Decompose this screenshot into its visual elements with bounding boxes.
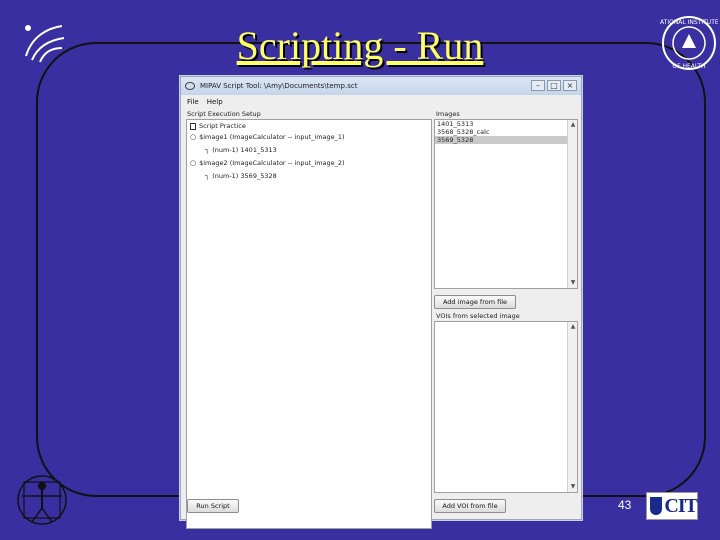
images-list[interactable]: 1401_5313 3568_5328_calc 3569_5328 ▲ ▼ xyxy=(434,119,578,289)
tree-node-image2-label: $image2 (ImageCalculator -- input_image_… xyxy=(199,159,345,167)
scroll-up-icon[interactable]: ▲ xyxy=(568,322,578,332)
images-scrollbar[interactable]: ▲ ▼ xyxy=(567,120,577,288)
window-controls: – □ × xyxy=(531,80,577,91)
title-bar[interactable]: MIPAV Script Tool: \Amy\Documents\temp.s… xyxy=(181,77,581,95)
cit-logo: CIT xyxy=(646,492,698,520)
images-label: Images xyxy=(436,110,460,118)
menu-file[interactable]: File xyxy=(187,98,199,106)
svg-text:OF HEALTH: OF HEALTH xyxy=(672,63,705,70)
vitruvian-man-logo xyxy=(17,475,67,525)
vois-list[interactable]: ▲ ▼ xyxy=(434,321,578,493)
cit-logo-text: CIT xyxy=(664,494,698,517)
image-leaf-icon: ┐ xyxy=(205,146,210,154)
run-script-button[interactable]: Run Script xyxy=(187,499,239,513)
list-item[interactable]: 3568_5328_calc xyxy=(435,128,567,136)
minimize-button[interactable]: – xyxy=(531,80,545,91)
tree-root[interactable]: Script Practice xyxy=(190,122,246,130)
script-icon xyxy=(190,122,196,130)
tree-root-label: Script Practice xyxy=(199,122,246,130)
list-item-selected[interactable]: 3569_5328 xyxy=(435,136,567,144)
scroll-down-icon[interactable]: ▼ xyxy=(568,278,578,288)
hhs-logo xyxy=(25,25,65,63)
tree-leaf-image2[interactable]: ┐ (num-1) 3569_5328 xyxy=(205,172,277,180)
add-voi-button[interactable]: Add VOI from file xyxy=(434,499,506,513)
tree-node-image2[interactable]: ○ $image2 (ImageCalculator -- input_imag… xyxy=(190,159,345,167)
svg-text:NATIONAL INSTITUTES: NATIONAL INSTITUTES xyxy=(660,19,718,26)
script-tree[interactable]: Script Practice ○ $image1 (ImageCalculat… xyxy=(186,119,432,529)
shield-icon xyxy=(650,497,663,515)
tree-node-image1[interactable]: ○ $image1 (ImageCalculator -- input_imag… xyxy=(190,133,345,141)
slide-title: Scripting - Run xyxy=(236,23,484,68)
eye-icon xyxy=(185,82,195,90)
close-button[interactable]: × xyxy=(563,80,577,91)
tree-leaf-image1-label: (num-1) 1401_5313 xyxy=(212,146,277,154)
script-tool-window: MIPAV Script Tool: \Amy\Documents\temp.s… xyxy=(180,76,582,529)
tree-leaf-image1[interactable]: ┐ (num-1) 1401_5313 xyxy=(205,146,277,154)
list-item[interactable]: 1401_5313 xyxy=(435,120,567,128)
slide-number: 43 xyxy=(618,498,632,512)
menu-help[interactable]: Help xyxy=(207,98,223,106)
nih-seal-logo: NATIONAL INSTITUTES OF HEALTH xyxy=(660,16,718,70)
script-setup-label: Script Execution Setup xyxy=(187,110,261,118)
vois-scrollbar[interactable]: ▲ ▼ xyxy=(567,322,577,492)
menu-bar: File Help xyxy=(181,96,581,107)
scroll-up-icon[interactable]: ▲ xyxy=(568,120,578,130)
maximize-button[interactable]: □ xyxy=(547,80,561,91)
node-icon: ○ xyxy=(190,159,197,167)
vois-label: VOIs from selected image xyxy=(436,312,520,320)
node-icon: ○ xyxy=(190,133,197,141)
tree-node-image1-label: $image1 (ImageCalculator -- input_image_… xyxy=(199,133,345,141)
add-image-button[interactable]: Add image from file xyxy=(434,295,516,309)
tree-leaf-image2-label: (num-1) 3569_5328 xyxy=(212,172,277,180)
image-leaf-icon: ┐ xyxy=(205,172,210,180)
window-title: MIPAV Script Tool: \Amy\Documents\temp.s… xyxy=(200,82,358,90)
scroll-down-icon[interactable]: ▼ xyxy=(568,482,578,492)
